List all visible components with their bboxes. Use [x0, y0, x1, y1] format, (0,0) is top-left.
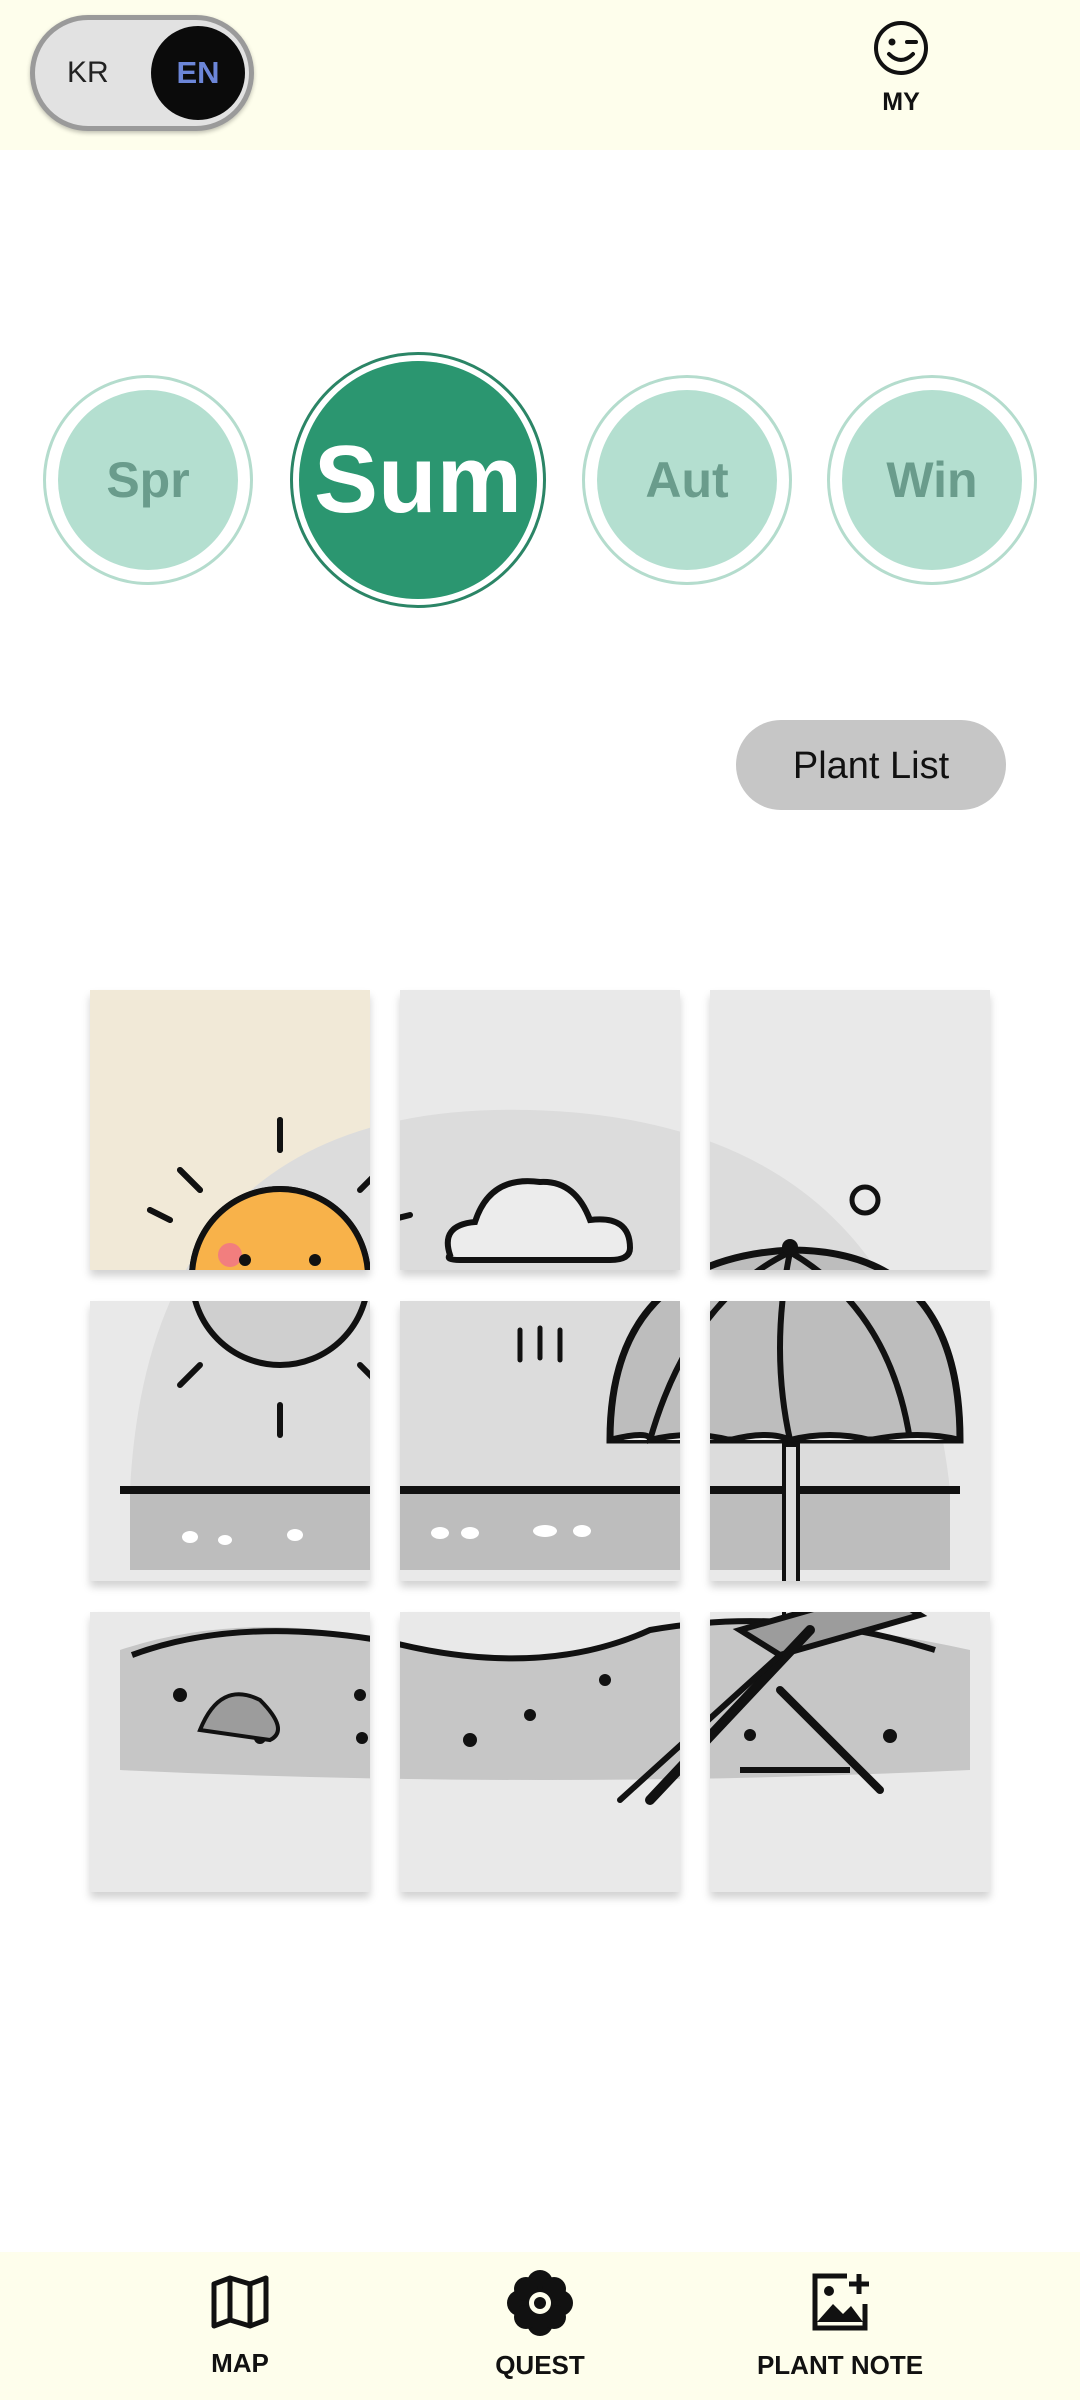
- season-spring-button[interactable]: Spr: [43, 375, 253, 585]
- language-option-kr[interactable]: KR: [67, 20, 109, 126]
- puzzle-tile-7[interactable]: [90, 1612, 370, 1892]
- nav-quest-label: QUEST: [495, 2350, 585, 2380]
- puzzle-tile-8[interactable]: [400, 1612, 680, 1892]
- top-bar: KR EN MY: [0, 0, 1080, 150]
- season-winter-button[interactable]: Win: [827, 375, 1037, 585]
- puzzle-tile-4[interactable]: [90, 1301, 370, 1581]
- smiley-icon: [874, 21, 928, 75]
- add-photo-icon: [812, 2273, 869, 2331]
- my-label: MY: [882, 88, 920, 116]
- language-toggle[interactable]: KR EN: [30, 15, 254, 131]
- nav-map-label: MAP: [211, 2348, 269, 2378]
- season-summer-button[interactable]: Sum: [290, 352, 546, 608]
- map-icon: [211, 2275, 269, 2329]
- season-autumn-button[interactable]: Aut: [582, 375, 792, 585]
- season-spring-label: Spr: [58, 390, 238, 570]
- nav-plant-note-label: PLANT NOTE: [756, 2350, 924, 2380]
- puzzle-tile-9[interactable]: [710, 1612, 990, 1892]
- puzzle-tile-2[interactable]: [400, 990, 680, 1270]
- nav-plant-note[interactable]: PLANT NOTE: [740, 2270, 940, 2381]
- flower-icon: [507, 2270, 573, 2336]
- my-button[interactable]: MY: [858, 18, 944, 133]
- season-winter-label: Win: [842, 390, 1022, 570]
- plant-list-button[interactable]: Plant List: [736, 720, 1006, 810]
- puzzle-tile-5[interactable]: [400, 1301, 680, 1581]
- season-summer-label: Sum: [299, 361, 537, 599]
- bottom-navigation: MAP QUEST PLANT NOTE: [0, 2252, 1080, 2400]
- nav-quest[interactable]: QUEST: [440, 2270, 640, 2381]
- nav-map[interactable]: MAP: [140, 2270, 340, 2379]
- puzzle-tile-6[interactable]: [710, 1301, 990, 1581]
- puzzle-tile-1[interactable]: [90, 990, 370, 1270]
- season-autumn-label: Aut: [597, 390, 777, 570]
- language-option-en[interactable]: EN: [151, 26, 245, 120]
- puzzle-tile-3[interactable]: [710, 990, 990, 1270]
- puzzle-grid: [90, 990, 990, 1892]
